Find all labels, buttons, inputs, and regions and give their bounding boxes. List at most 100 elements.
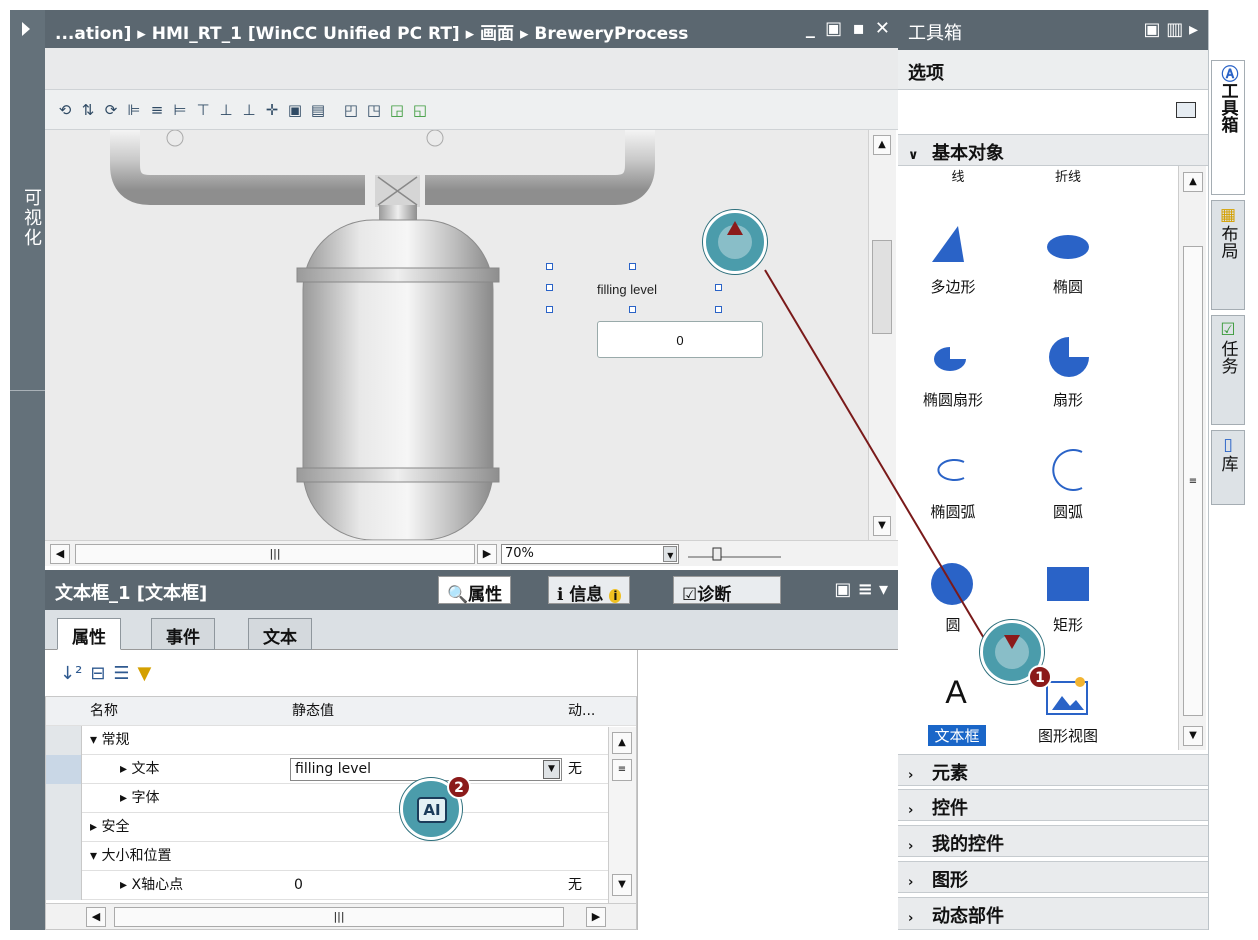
ellipse-icon[interactable] — [1046, 234, 1090, 260]
palette-item-ellipse[interactable]: 椭圆 — [1018, 276, 1118, 297]
table-row[interactable]: ▸ 文本 filling level ▼ 无 — [46, 755, 636, 784]
chevron-down-icon[interactable]: ▼ — [663, 546, 678, 562]
row-name[interactable]: ▸ 安全 — [90, 813, 129, 842]
table-row[interactable]: ▾ 大小和位置 — [46, 842, 636, 871]
palette-scrollbar[interactable]: ▲ ≡ ▼ — [1178, 166, 1206, 750]
sector-icon[interactable] — [1048, 336, 1090, 378]
scroll-right-icon[interactable]: ▶ — [477, 544, 497, 564]
expand-arrow-icon[interactable] — [22, 22, 30, 36]
flip-icon[interactable]: ⇅ — [78, 100, 98, 120]
align-top-icon[interactable]: ⊤ — [193, 100, 213, 120]
scroll-up-icon[interactable]: ▲ — [873, 135, 891, 155]
scroll-thumb[interactable]: ≡ — [1183, 246, 1203, 716]
align-left-icon[interactable]: ⊫ — [124, 100, 144, 120]
tab-layout[interactable]: ▦ 布局 — [1211, 200, 1245, 310]
row-value[interactable]: 0 — [294, 871, 303, 900]
rotate-right-icon[interactable]: ⟳ — [101, 100, 121, 120]
ellipse-sector-icon[interactable] — [932, 344, 968, 374]
scroll-left-icon[interactable]: ◀ — [50, 544, 70, 564]
canvas-vertical-scrollbar[interactable]: ▲ ▼ — [868, 130, 896, 540]
window-controls[interactable]: _ ▣ ▪ ✕ — [806, 18, 892, 39]
row-name[interactable]: ▸ 文本 — [120, 755, 159, 784]
scroll-left-icon[interactable]: ◀ — [86, 907, 106, 927]
category-basic-objects[interactable]: ∨ 基本对象 — [898, 134, 1208, 166]
column-header-dynamic[interactable]: 动... — [568, 697, 595, 726]
graphic-view-icon[interactable] — [1046, 676, 1090, 716]
table-row[interactable]: ▸ X轴心点 0 无 — [46, 871, 636, 900]
row-dynamic[interactable]: 无 — [568, 871, 582, 900]
filling-level-label[interactable]: filling level — [597, 282, 657, 297]
rotate-left-icon[interactable]: ⟲ — [55, 100, 75, 120]
group-icon[interactable]: ⊟ — [90, 663, 105, 684]
column-header-name[interactable]: 名称 — [90, 697, 118, 726]
scroll-right-icon[interactable]: ▶ — [586, 907, 606, 927]
panel-menu-icon[interactable]: ▣ ≡ ▾ — [834, 579, 888, 600]
align-center-icon[interactable]: ≡ — [147, 100, 167, 120]
tab-libraries[interactable]: ▯ 库 — [1211, 430, 1245, 505]
screen-canvas[interactable]: filling level 0 — [45, 130, 868, 540]
selection-handle[interactable] — [715, 284, 722, 291]
same-width-icon[interactable]: ▣ — [285, 100, 305, 120]
palette-item-textbox[interactable]: 文本框 — [928, 725, 986, 746]
breadcrumb[interactable]: ...ation] ▸ HMI_RT_1 [WinCC Unified PC R… — [55, 24, 688, 44]
selection-handle[interactable] — [546, 284, 553, 291]
row-dynamic[interactable]: 无 — [568, 755, 582, 784]
backward-icon[interactable]: ◱ — [410, 100, 430, 120]
panel-controls-icon[interactable]: ▣ ▥ ▸ — [1144, 19, 1199, 40]
tab-info[interactable]: ℹ 信息 i — [548, 576, 631, 605]
palette-item-sector[interactable]: 扇形 — [1018, 389, 1118, 410]
column-header-static[interactable]: 静态值 — [292, 697, 334, 726]
distribute-icon[interactable]: ✛ — [262, 100, 282, 120]
scroll-thumb[interactable] — [872, 240, 892, 334]
scroll-thumb[interactable]: ||| — [75, 544, 475, 564]
category-elements[interactable]: › 元素 — [898, 754, 1208, 786]
palette-item-circle-arc[interactable]: 圆弧 — [1018, 501, 1118, 522]
palette-item-polygon[interactable]: 多边形 — [903, 276, 1003, 297]
filling-level-io-field[interactable]: 0 — [597, 321, 763, 358]
grid-horizontal-scrollbar[interactable]: ◀ ||| ▶ — [46, 903, 636, 929]
row-name[interactable]: ▾ 大小和位置 — [90, 842, 171, 871]
view-toggle-icon[interactable] — [1176, 102, 1196, 118]
category-controls[interactable]: › 控件 — [898, 789, 1208, 821]
zoom-select[interactable]: 70% ▼ — [501, 544, 680, 564]
forward-icon[interactable]: ◲ — [387, 100, 407, 120]
list-view-icon[interactable]: ☰ — [113, 663, 129, 684]
chevron-down-icon[interactable]: ▼ — [543, 760, 560, 779]
table-row[interactable]: ▸ 安全 — [46, 813, 636, 842]
subtab-texts[interactable]: 文本 — [248, 618, 312, 650]
row-name[interactable]: ▸ 字体 — [120, 784, 159, 813]
align-right-icon[interactable]: ⊨ — [170, 100, 190, 120]
table-row[interactable]: ▸ 字体 — [46, 784, 636, 813]
same-height-icon[interactable]: ▤ — [308, 100, 328, 120]
filter-icon[interactable]: ▼ — [138, 663, 152, 684]
zoom-slider[interactable] — [683, 545, 781, 563]
palette-item-polyline[interactable]: 折线 — [1018, 166, 1118, 185]
selection-handle[interactable] — [546, 263, 553, 270]
palette-item-graphic-view[interactable]: 图形视图 — [1018, 725, 1118, 746]
selection-handle[interactable] — [629, 263, 636, 270]
circle-icon[interactable] — [930, 562, 974, 606]
options-header[interactable]: 选项 — [898, 50, 1208, 90]
scroll-down-icon[interactable]: ▼ — [1183, 726, 1203, 746]
category-dynamic-widgets[interactable]: › 动态部件 — [898, 897, 1208, 930]
category-my-controls[interactable]: › 我的控件 — [898, 825, 1208, 857]
row-name[interactable]: ▾ 常规 — [90, 726, 129, 755]
table-row[interactable]: ▾ 常规 — [46, 726, 636, 755]
tab-tasks[interactable]: ☑ 任务 — [1211, 315, 1245, 425]
tab-properties[interactable]: 🔍属性 — [438, 576, 512, 605]
category-graphics[interactable]: › 图形 — [898, 861, 1208, 893]
align-middle-icon[interactable]: ⊥ — [216, 100, 236, 120]
row-name[interactable]: ▸ X轴心点 — [120, 871, 183, 900]
palette-item-line[interactable]: 线 — [908, 166, 1008, 185]
canvas-horizontal-scrollbar[interactable]: ◀ ||| ▶ 70% ▼ — [45, 540, 898, 566]
sidebar-label[interactable]: 可视化 — [18, 188, 44, 248]
tab-toolbox[interactable]: Ⓐ 工具箱 — [1211, 60, 1245, 195]
palette-item-ellipse-arc[interactable]: 椭圆弧 — [903, 501, 1003, 522]
bring-front-icon[interactable]: ◰ — [341, 100, 361, 120]
scroll-down-icon[interactable]: ▼ — [612, 874, 632, 896]
send-back-icon[interactable]: ◳ — [364, 100, 384, 120]
selection-handle[interactable] — [546, 306, 553, 313]
scroll-up-icon[interactable]: ▲ — [612, 732, 632, 754]
sort-icon[interactable]: ↓² — [60, 663, 82, 684]
scroll-thumb[interactable]: ≡ — [612, 759, 632, 781]
